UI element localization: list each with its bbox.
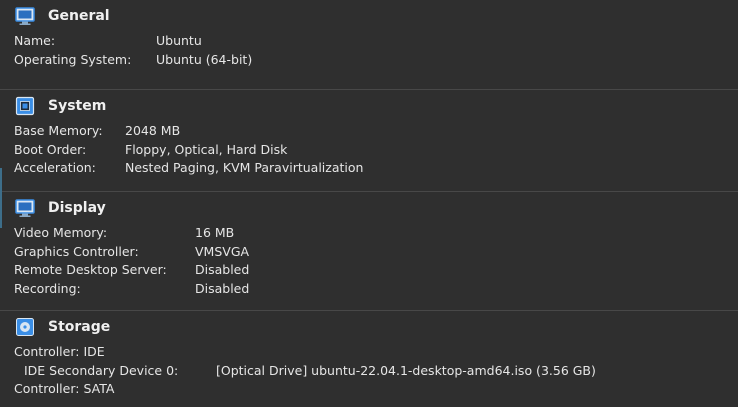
controller-sata: Controller: SATA — [14, 381, 115, 396]
disk-icon — [15, 317, 35, 337]
system-row-memory: Base Memory: 2048 MB — [14, 122, 738, 141]
storage-header[interactable]: Storage — [0, 311, 738, 343]
base-memory-value: 2048 MB — [125, 123, 181, 138]
display-icon — [15, 198, 35, 218]
storage-rows: Controller: IDE IDE Secondary Device 0: [… — [0, 343, 738, 405]
general-section: General Name: Ubuntu Operating System: U… — [0, 0, 738, 89]
system-title: System — [48, 98, 107, 114]
base-memory-label: Base Memory: — [14, 123, 103, 138]
recording-label: Recording: — [14, 280, 81, 296]
recording-value: Disabled — [195, 280, 250, 296]
acceleration-value: Nested Paging, KVM Paravirtualization — [125, 160, 364, 175]
ide-device-label: IDE Secondary Device 0: — [24, 362, 179, 378]
controller-ide: Controller: IDE — [14, 344, 105, 359]
system-rows: Base Memory: 2048 MB Boot Order: Floppy,… — [0, 122, 738, 184]
os-value: Ubuntu (64-bit) — [156, 51, 253, 67]
selection-accent — [0, 168, 2, 228]
remote-desktop-label: Remote Desktop Server: — [14, 262, 167, 277]
os-label: Operating System: — [14, 51, 132, 67]
storage-section: Storage Controller: IDE IDE Secondary De… — [0, 310, 738, 407]
general-title: General — [48, 8, 110, 24]
storage-title: Storage — [48, 319, 111, 335]
chip-icon — [15, 96, 35, 116]
system-row-boot: Boot Order: Floppy, Optical, Hard Disk — [14, 141, 738, 160]
display-row-graphics: Graphics Controller: VMSVGA — [14, 243, 738, 262]
general-row-os: Operating System: Ubuntu (64-bit) — [14, 51, 738, 70]
acceleration-label: Acceleration: — [14, 160, 96, 175]
display-rows: Video Memory: 16 MB Graphics Controller:… — [0, 224, 738, 304]
boot-order-label: Boot Order: — [14, 141, 87, 157]
system-row-accel: Acceleration: Nested Paging, KVM Paravir… — [14, 159, 738, 178]
system-header[interactable]: System — [0, 90, 738, 122]
display-row-video-memory: Video Memory: 16 MB — [14, 224, 738, 243]
remote-desktop-value: Disabled — [195, 262, 250, 277]
ide-device-row: IDE Secondary Device 0: [Optical Drive] u… — [14, 362, 738, 381]
graphics-controller-label: Graphics Controller: — [14, 243, 139, 259]
video-memory-value: 16 MB — [195, 225, 235, 240]
ide-device-value[interactable]: [Optical Drive] ubuntu-22.04.1-desktop-a… — [216, 363, 596, 378]
monitor-icon — [15, 6, 35, 26]
general-row-name: Name: Ubuntu — [14, 32, 738, 51]
video-memory-label: Video Memory: — [14, 225, 108, 240]
name-value: Ubuntu — [156, 33, 202, 48]
display-title: Display — [48, 200, 106, 216]
general-header[interactable]: General — [0, 0, 738, 32]
display-section: Display Video Memory: 16 MB Graphics Con… — [0, 191, 738, 310]
general-rows: Name: Ubuntu Operating System: Ubuntu (6… — [0, 32, 738, 75]
boot-order-value: Floppy, Optical, Hard Disk — [125, 141, 288, 157]
display-row-recording: Recording: Disabled — [14, 280, 738, 299]
system-section: System Base Memory: 2048 MB Boot Order: … — [0, 89, 738, 191]
name-label: Name: — [14, 33, 56, 48]
display-row-rds: Remote Desktop Server: Disabled — [14, 261, 738, 280]
graphics-controller-value: VMSVGA — [195, 243, 250, 259]
display-header[interactable]: Display — [0, 192, 738, 224]
vm-details-panel: General Name: Ubuntu Operating System: U… — [0, 0, 738, 407]
